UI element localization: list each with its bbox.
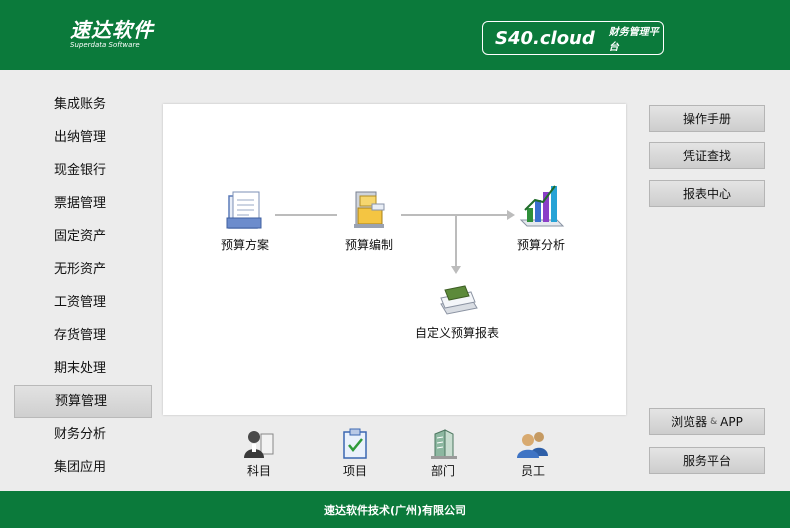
voucher-search-label: 凭证查找 — [682, 149, 731, 163]
bottom-icon-projects[interactable]: 项目 — [330, 428, 380, 479]
report-center-label: 报表中心 — [682, 187, 731, 201]
flow-node-label: 预算分析 — [516, 238, 565, 252]
file-cabinet-icon — [354, 191, 385, 228]
flow-node-label: 预算编制 — [344, 238, 393, 252]
sidebar-item-integrated-accounting[interactable]: 集成账务 — [14, 88, 152, 121]
connector-edit-to-report — [455, 215, 457, 267]
browser-app-button[interactable]: 浏览器 & APP — [649, 408, 765, 435]
flow-node-budget-analysis[interactable]: 预算分析 — [511, 180, 571, 253]
flow-node-budget-editing[interactable]: 预算编制 — [339, 186, 399, 253]
product-badge: S40.cloud 财务管理平台 — [482, 21, 664, 55]
bar-chart-icon — [519, 185, 565, 227]
bottom-icon-departments[interactable]: 部门 — [418, 428, 468, 479]
manual-button-label: 操作手册 — [682, 112, 731, 126]
sidebar-item-bills[interactable]: 票据管理 — [14, 187, 152, 220]
service-platform-button[interactable]: 服务平台 — [649, 447, 765, 474]
sidebar-item-payroll[interactable]: 工资管理 — [14, 286, 152, 319]
bottom-icon-label: 项目 — [342, 464, 367, 478]
bottom-icon-label: 部门 — [430, 464, 455, 478]
bottom-icon-label: 员工 — [520, 464, 545, 478]
sidebar-item-fixed-assets[interactable]: 固定资产 — [14, 220, 152, 253]
sidebar-item-group[interactable]: 集团应用 — [14, 451, 152, 484]
employee-icon — [517, 432, 548, 458]
sidebar-item-budget[interactable]: 预算管理 — [14, 385, 152, 418]
arrow-down — [451, 266, 461, 274]
bottom-icon-label: 科目 — [246, 464, 271, 478]
flow-node-custom-budget-report[interactable]: 自定义预算报表 — [405, 284, 509, 341]
flow-node-budget-plan[interactable]: 预算方案 — [215, 188, 275, 253]
app-footer: 速达软件技术(广州)有限公司 — [0, 491, 790, 528]
sidebar-item-cash-bank[interactable]: 现金银行 — [14, 154, 152, 187]
app-label: APP — [720, 414, 743, 429]
bottom-icon-subjects[interactable]: 科目 — [234, 428, 284, 479]
flow-node-label: 预算方案 — [220, 238, 269, 252]
sidebar-item-financial-analysis[interactable]: 财务分析 — [14, 418, 152, 451]
product-subtitle: 财务管理平台 — [608, 27, 659, 53]
browser-label: 浏览器 — [671, 415, 708, 429]
app-header: 速达软件 Superdata Software S40.cloud 财务管理平台 — [0, 0, 790, 70]
sidebar-nav: 集成账务 出纳管理 现金银行 票据管理 固定资产 无形资产 工资管理 存货管理 … — [14, 88, 152, 484]
company-logo: 速达软件 Superdata Software — [70, 20, 154, 49]
product-name: S40.cloud — [495, 27, 595, 49]
logo-chinese: 速达软件 — [70, 18, 154, 42]
logo-english: Superdata Software — [70, 41, 140, 49]
sidebar-item-inventory[interactable]: 存货管理 — [14, 319, 152, 352]
bottom-icon-employees[interactable]: 员工 — [508, 428, 558, 479]
report-stack-icon — [440, 285, 478, 315]
sidebar-item-cashier[interactable]: 出纳管理 — [14, 121, 152, 154]
sidebar-item-intangible-assets[interactable]: 无形资产 — [14, 253, 152, 286]
clipboard-check-icon — [343, 428, 367, 459]
person-book-icon — [244, 431, 274, 458]
voucher-search-button[interactable]: 凭证查找 — [649, 142, 765, 169]
sidebar-item-period-end[interactable]: 期末处理 — [14, 352, 152, 385]
connector-plan-to-edit — [275, 214, 337, 216]
flow-node-label: 自定义预算报表 — [414, 326, 499, 340]
budget-flow-panel: 预算方案 预算编制 预算分析 自定义预算报表 — [163, 104, 626, 415]
report-center-button[interactable]: 报表中心 — [649, 180, 765, 207]
document-folder-icon — [226, 191, 262, 229]
manual-button[interactable]: 操作手册 — [649, 105, 765, 132]
ampersand-label: & — [710, 416, 718, 427]
building-icon — [431, 429, 457, 459]
service-platform-label: 服务平台 — [682, 454, 731, 468]
company-name: 速达软件技术(广州)有限公司 — [323, 503, 467, 517]
